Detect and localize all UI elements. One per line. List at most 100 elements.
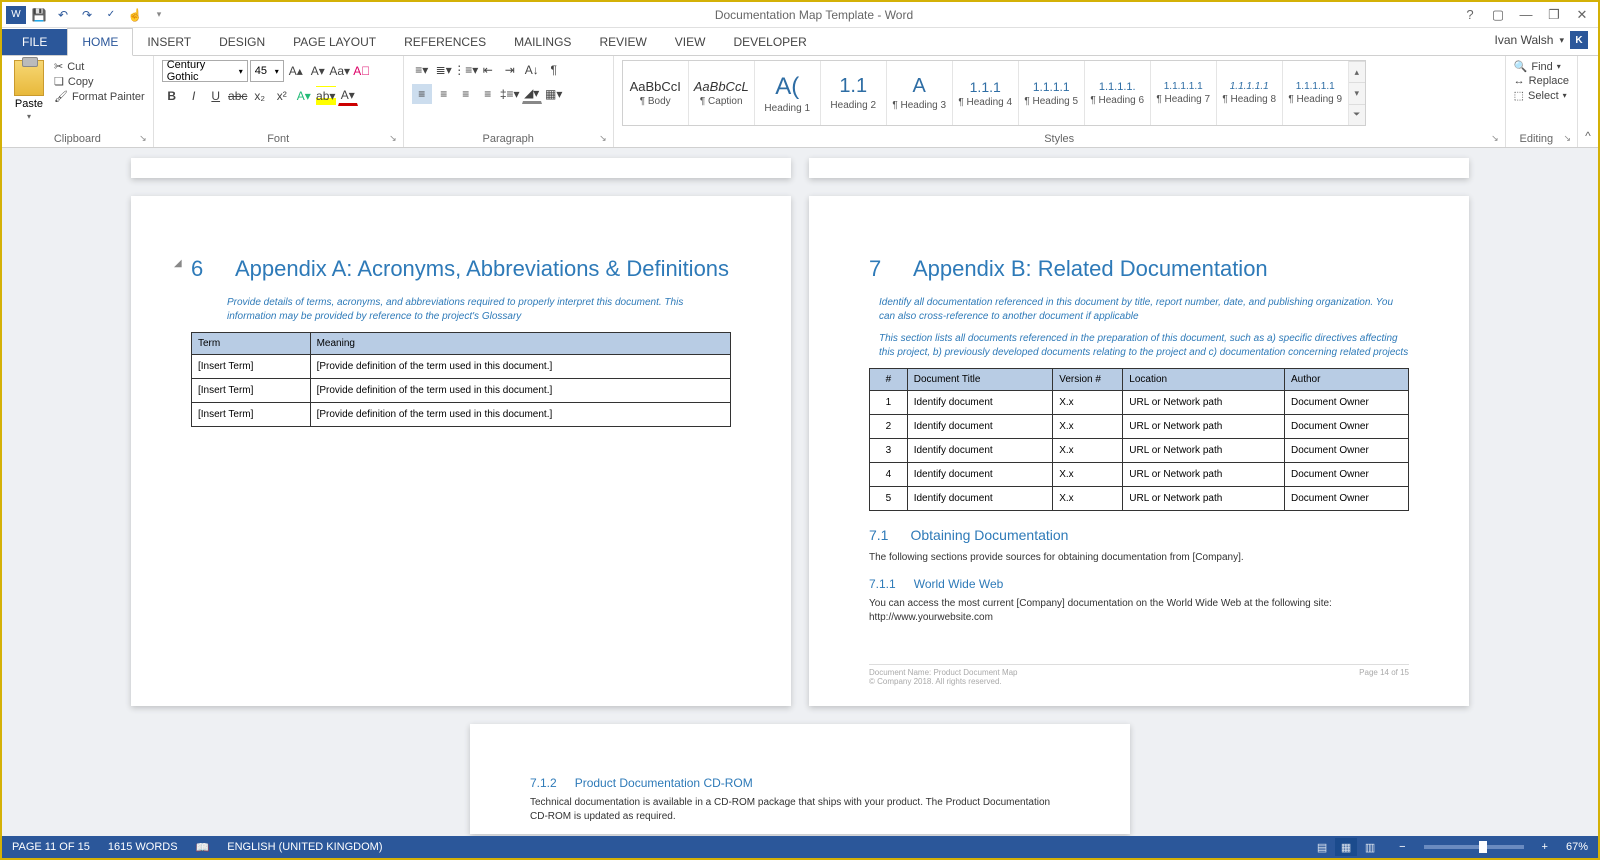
tab-home[interactable]: HOME [67,28,133,56]
style-heading2[interactable]: 1.1Heading 2 [821,61,887,125]
status-language[interactable]: ENGLISH (UNITED KINGDOM) [227,841,382,853]
style-heading3[interactable]: A¶ Heading 3 [887,61,953,125]
text-effects-button[interactable]: A▾ [294,86,314,106]
align-right-button[interactable]: ≡ [456,84,476,104]
table-row[interactable]: 2Identify documentX.xURL or Network path… [870,415,1409,439]
zoom-level[interactable]: 67% [1566,841,1588,853]
qat-more-icon[interactable]: ▾ [148,5,170,25]
strikethrough-button[interactable]: abc [228,86,248,106]
tab-developer[interactable]: DEVELOPER [719,29,820,55]
zoom-slider[interactable] [1424,845,1524,849]
underline-button[interactable]: U [206,86,226,106]
grow-font-button[interactable]: A▴ [286,61,306,81]
th-version: Version # [1053,369,1123,391]
styles-gallery[interactable]: AaBbCcI¶ Body AaBbCcL¶ Caption A(Heading… [622,60,1366,126]
page-left[interactable]: ◢ 6Appendix A: Acronyms, Abbreviations &… [131,196,791,706]
ribbon-display-icon[interactable]: ▢ [1486,5,1510,25]
font-color-button[interactable]: A▾ [338,86,358,106]
web-layout-button[interactable]: ▥ [1359,838,1381,856]
proofing-icon[interactable]: 📖 [196,841,210,854]
tab-mailings[interactable]: MAILINGS [500,29,585,55]
style-caption[interactable]: AaBbCcL¶ Caption [689,61,755,125]
tab-file[interactable]: FILE [2,29,67,55]
document-area[interactable]: ◢ 6Appendix A: Acronyms, Abbreviations &… [2,148,1598,836]
font-name-combo[interactable]: Century Gothic▾ [162,60,248,82]
undo-icon[interactable]: ↶ [52,5,74,25]
tab-review[interactable]: REVIEW [585,29,660,55]
find-button[interactable]: 🔍Find▾ [1514,60,1569,73]
status-page[interactable]: PAGE 11 OF 15 [12,841,90,853]
subscript-button[interactable]: x₂ [250,86,270,106]
align-center-button[interactable]: ≡ [434,84,454,104]
cut-button[interactable]: ✂Cut [54,60,145,73]
table-row[interactable]: 3Identify documentX.xURL or Network path… [870,439,1409,463]
format-painter-button[interactable]: 🖌Format Painter [54,90,145,103]
increase-indent-button[interactable]: ⇥ [500,60,520,80]
sort-button[interactable]: A↓ [522,60,542,80]
shrink-font-button[interactable]: A▾ [308,61,328,81]
numbering-button[interactable]: ≣▾ [434,60,454,80]
zoom-out-button[interactable]: − [1399,841,1405,853]
table-row[interactable]: [Insert Term][Provide definition of the … [192,355,731,379]
zoom-in-button[interactable]: + [1542,841,1548,853]
tab-design[interactable]: DESIGN [205,29,279,55]
restore-icon[interactable]: ❐ [1542,5,1566,25]
style-heading4[interactable]: 1.1.1¶ Heading 4 [953,61,1019,125]
style-heading8[interactable]: 1.1.1.1.1¶ Heading 8 [1217,61,1283,125]
spelling-icon[interactable]: ✓ [100,5,122,25]
italic-button[interactable]: I [184,86,204,106]
multilevel-button[interactable]: ⋮≡▾ [456,60,476,80]
save-icon[interactable]: 💾 [28,5,50,25]
print-layout-button[interactable]: ▦ [1335,838,1357,856]
page-next[interactable]: 7.1.2Product Documentation CD-ROM Techni… [470,724,1130,834]
style-heading6[interactable]: 1.1.1.1.¶ Heading 6 [1085,61,1151,125]
related-docs-table[interactable]: # Document Title Version # Location Auth… [869,368,1409,511]
terms-table[interactable]: TermMeaning [Insert Term][Provide defini… [191,332,731,427]
tab-page-layout[interactable]: PAGE LAYOUT [279,29,390,55]
style-body[interactable]: AaBbCcI¶ Body [623,61,689,125]
window-title: Documentation Map Template - Word [170,8,1458,22]
styles-scroll[interactable]: ▴▾⏷ [1349,61,1365,125]
redo-icon[interactable]: ↷ [76,5,98,25]
shading-button[interactable]: ◢▾ [522,84,542,104]
style-heading5[interactable]: 1.1.1.1¶ Heading 5 [1019,61,1085,125]
help-icon[interactable]: ? [1458,5,1482,25]
copy-button[interactable]: ❏Copy [54,75,145,88]
clear-formatting-button[interactable]: A⃠ [352,61,372,81]
tab-view[interactable]: VIEW [661,29,720,55]
style-heading9[interactable]: 1.1.1.1.1¶ Heading 9 [1283,61,1349,125]
justify-button[interactable]: ≡ [478,84,498,104]
collapse-ribbon-button[interactable]: ^ [1578,56,1598,147]
align-left-button[interactable]: ≡ [412,84,432,104]
close-icon[interactable]: ✕ [1570,5,1594,25]
minimize-icon[interactable]: — [1514,5,1538,25]
read-mode-button[interactable]: ▤ [1311,838,1333,856]
change-case-button[interactable]: Aa▾ [330,61,350,81]
table-row[interactable]: 5Identify documentX.xURL or Network path… [870,487,1409,511]
table-row[interactable]: 1Identify documentX.xURL or Network path… [870,391,1409,415]
font-size-combo[interactable]: 45▾ [250,60,284,82]
line-spacing-button[interactable]: ‡≡▾ [500,84,520,104]
account-menu[interactable]: Ivan Walsh ▾ K [1485,25,1598,55]
replace-button[interactable]: ↔Replace [1514,75,1569,87]
highlight-button[interactable]: ab▾ [316,86,336,106]
touch-mode-icon[interactable]: ☝ [124,5,146,25]
bullets-button[interactable]: ≡▾ [412,60,432,80]
style-heading7[interactable]: 1.1.1.1.1¶ Heading 7 [1151,61,1217,125]
decrease-indent-button[interactable]: ⇤ [478,60,498,80]
table-row[interactable]: [Insert Term][Provide definition of the … [192,403,731,427]
paste-button[interactable]: Paste ▾ [10,60,48,121]
page-right[interactable]: 7Appendix B: Related Documentation Ident… [809,196,1469,706]
superscript-button[interactable]: x² [272,86,292,106]
table-row[interactable]: [Insert Term][Provide definition of the … [192,379,731,403]
collapse-heading-icon[interactable]: ◢ [174,258,182,269]
bold-button[interactable]: B [162,86,182,106]
select-button[interactable]: ⬚Select▾ [1514,89,1569,102]
table-row[interactable]: 4Identify documentX.xURL or Network path… [870,463,1409,487]
show-marks-button[interactable]: ¶ [544,60,564,80]
borders-button[interactable]: ▦▾ [544,84,564,104]
tab-insert[interactable]: INSERT [133,29,205,55]
tab-references[interactable]: REFERENCES [390,29,500,55]
status-words[interactable]: 1615 WORDS [108,841,178,853]
style-heading1[interactable]: A(Heading 1 [755,61,821,125]
